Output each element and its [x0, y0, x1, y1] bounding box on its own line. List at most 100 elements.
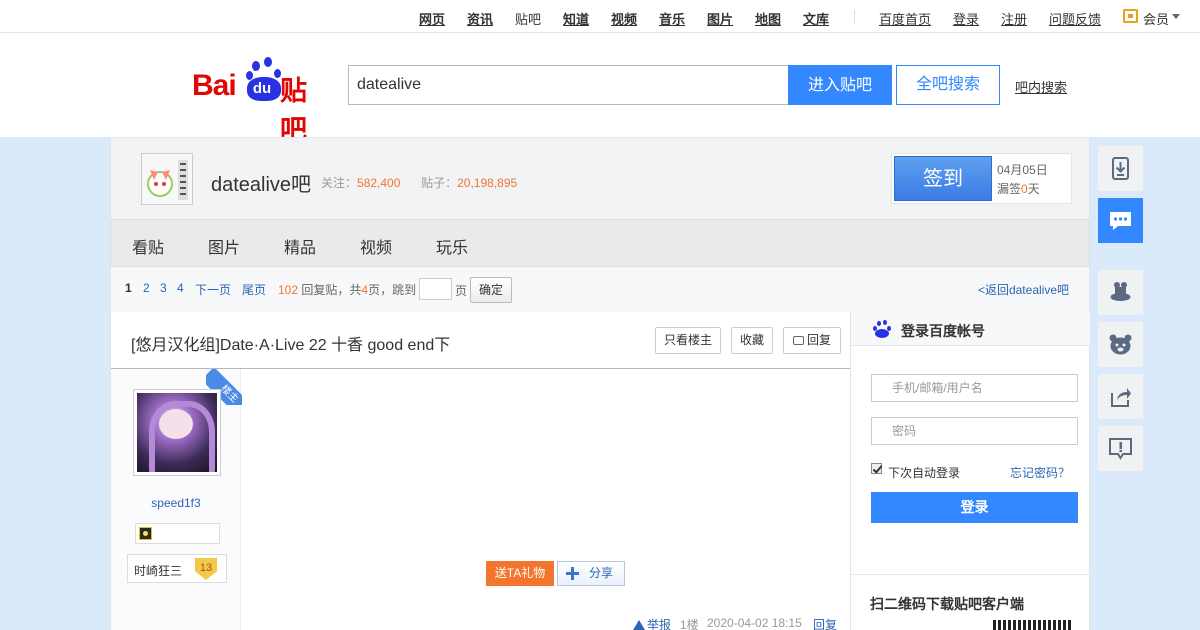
- posts-label: 贴子：: [421, 176, 458, 190]
- jump-page-input[interactable]: [419, 278, 452, 300]
- send-gift-button[interactable]: 送TA礼物: [486, 561, 554, 586]
- floor-number: 1楼: [680, 618, 699, 630]
- logo-tieba-text: 贴吧: [280, 76, 307, 145]
- only-owner-button[interactable]: 只看楼主: [655, 327, 721, 354]
- next-page-link[interactable]: 下一页: [195, 281, 231, 298]
- report-link[interactable]: 举报: [633, 616, 671, 630]
- logo-bai-text: Bai: [192, 69, 237, 102]
- rank-level: 13: [195, 558, 217, 580]
- last-page-link[interactable]: 尾页: [242, 281, 266, 298]
- share-button[interactable]: 分享: [557, 561, 625, 586]
- post-time: 2020-04-02 18:15: [707, 616, 802, 630]
- nav-tieba[interactable]: 贴吧: [515, 9, 541, 28]
- rank-badge[interactable]: 时崎狂三 13: [127, 554, 227, 583]
- header: Bai du 贴吧 datealive 进入贴吧 全吧搜索 吧内搜索: [0, 33, 1200, 145]
- nav-images[interactable]: 图片: [707, 9, 733, 28]
- nav-webpage[interactable]: 网页: [419, 9, 445, 28]
- sign-in-box: 签到 04月05日 漏签0天: [891, 153, 1072, 204]
- nav-wenku[interactable]: 文库: [803, 9, 829, 28]
- download-app-button[interactable]: [1098, 146, 1143, 191]
- tab-images[interactable]: 图片: [208, 234, 240, 258]
- forum-tabs: 看贴 图片 精品 视频 玩乐: [110, 219, 1090, 267]
- login-panel: 登录百度帐号 手机/邮箱/用户名 密码 下次自动登录 忘记密码？ 登录 扫二维码…: [850, 312, 1090, 630]
- sign-date: 04月05日: [997, 163, 1048, 177]
- reply-count: 102: [278, 283, 299, 297]
- nav-member[interactable]: 会员: [1143, 9, 1169, 28]
- in-bar-search-link[interactable]: 吧内搜索: [1015, 77, 1067, 96]
- nav-register[interactable]: 注册: [1001, 9, 1027, 28]
- enter-tieba-button[interactable]: 进入贴吧: [788, 65, 892, 105]
- divider: [851, 574, 1090, 575]
- login-submit-button[interactable]: 登录: [871, 492, 1078, 523]
- download-icon: [1112, 157, 1129, 180]
- message-button[interactable]: [1098, 198, 1143, 243]
- chevron-down-icon[interactable]: [1172, 14, 1180, 19]
- report-label: 举报: [647, 618, 672, 630]
- level-badge[interactable]: [135, 523, 220, 544]
- nav-music[interactable]: 音乐: [659, 9, 685, 28]
- qr-code: [993, 620, 1073, 630]
- all-tieba-search-button[interactable]: 全吧搜索: [896, 65, 1000, 105]
- reply-icon: [792, 336, 804, 345]
- login-header: 登录百度帐号: [851, 312, 1090, 346]
- tab-video[interactable]: 视频: [360, 234, 392, 258]
- page-3[interactable]: 3: [160, 281, 167, 295]
- baidu-tieba-logo[interactable]: Bai du 贴吧: [192, 57, 332, 145]
- reply-summary: 102 回复贴，共4页，跳到: [278, 281, 416, 298]
- reply-button-label: 回复: [806, 333, 831, 347]
- username-field[interactable]: 手机/邮箱/用户名: [871, 374, 1078, 402]
- nav-map[interactable]: 地图: [755, 9, 781, 28]
- reply-button[interactable]: 回复: [783, 327, 841, 354]
- author-username[interactable]: speed1f3: [111, 496, 241, 510]
- post-title: [悠月汉化组]Date·A·Live 22 十香 good end下: [131, 337, 451, 354]
- forum-avatar[interactable]: [141, 153, 193, 205]
- tab-featured[interactable]: 精品: [284, 234, 316, 258]
- message-icon: [1110, 212, 1131, 230]
- share-page-button[interactable]: [1098, 374, 1143, 419]
- search-input[interactable]: datealive: [348, 65, 789, 105]
- logo-du-text: du: [252, 80, 272, 97]
- avatar[interactable]: [133, 389, 221, 476]
- remember-label: 下次自动登录: [888, 466, 961, 480]
- bear-button[interactable]: [1098, 322, 1143, 367]
- jump-label: 页，跳到: [368, 283, 417, 297]
- jump-confirm-button[interactable]: 确定: [470, 277, 512, 303]
- collect-button[interactable]: 收藏: [731, 327, 773, 354]
- nav-feedback[interactable]: 问题反馈: [1049, 9, 1101, 28]
- forgot-password-link[interactable]: 忘记密码？: [1010, 464, 1070, 481]
- page-unit-label: 页: [455, 284, 468, 298]
- forum-name[interactable]: datealive吧: [211, 168, 311, 197]
- top-nav: 网页 资讯 贴吧 知道 视频 音乐 图片 地图 文库 百度首页 登录 注册 问题…: [0, 0, 1200, 33]
- page-2[interactable]: 2: [143, 281, 150, 295]
- feedback-icon: [1109, 438, 1132, 460]
- nav-video[interactable]: 视频: [611, 9, 637, 28]
- nav-divider: [854, 10, 855, 24]
- sign-in-button[interactable]: 签到: [894, 156, 992, 201]
- nav-zhidao[interactable]: 知道: [563, 9, 589, 28]
- follow-label: 关注：: [321, 176, 358, 190]
- tab-fun[interactable]: 玩乐: [436, 234, 468, 258]
- password-field[interactable]: 密码: [871, 417, 1078, 445]
- login-title: 登录百度帐号: [901, 323, 985, 339]
- rank-name: 时崎狂三: [134, 564, 183, 578]
- member-icon[interactable]: [1123, 9, 1138, 23]
- page-4[interactable]: 4: [177, 281, 184, 295]
- baidu-paw-icon: [873, 320, 891, 338]
- warning-icon: [633, 620, 645, 630]
- tab-posts[interactable]: 看贴: [132, 234, 164, 258]
- nav-login[interactable]: 登录: [953, 9, 979, 28]
- share-icon: [1111, 388, 1131, 407]
- nav-baidu-home[interactable]: 百度首页: [879, 9, 931, 28]
- floor-reply-link[interactable]: 回复: [813, 616, 837, 630]
- fun-button[interactable]: [1098, 270, 1143, 315]
- feedback-button[interactable]: [1098, 426, 1143, 471]
- post-main: [悠月汉化组]Date·A·Live 22 十香 good end下 只看楼主 …: [110, 312, 851, 630]
- page-1: 1: [125, 281, 132, 295]
- nav-news[interactable]: 资讯: [467, 9, 493, 28]
- forum-card: datealive吧 关注：582,400 贴子：20,198,895 签到 0…: [110, 137, 1090, 219]
- bear-icon: [1109, 334, 1132, 355]
- back-to-forum-link[interactable]: <返回datealive吧: [978, 281, 1069, 298]
- remember-checkbox[interactable]: [871, 463, 882, 474]
- share-label: 分享: [589, 566, 614, 580]
- follow-count: 582,400: [357, 176, 401, 190]
